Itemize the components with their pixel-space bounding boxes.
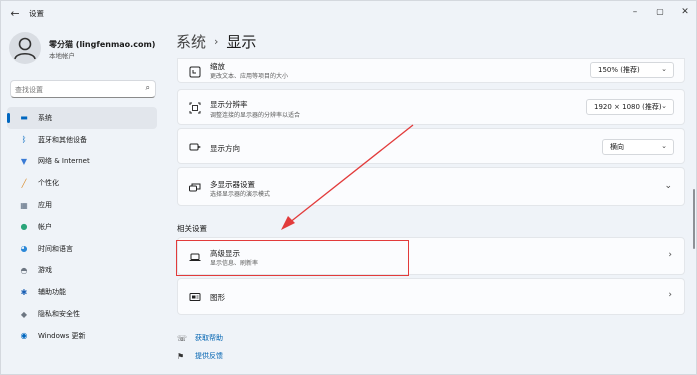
settings-window: ← 设置 – ▢ ✕ 零分猫 (lingfenmao.com) 本地帐户 ⌕ ▬… xyxy=(0,0,697,375)
chevron-down-icon: ⌄ xyxy=(661,102,667,110)
gamepad-icon: ◓ xyxy=(20,265,28,275)
sidebar-item-label: 辅助功能 xyxy=(38,288,66,297)
scale-subtitle: 更改文本、应用等项目的大小 xyxy=(210,73,289,80)
back-arrow-icon[interactable]: ← xyxy=(8,7,22,21)
sidebar-item-label: Windows 更新 xyxy=(38,331,86,340)
chevron-down-icon: ⌄ xyxy=(661,142,667,150)
resolution-subtitle: 调整连接的显示器的分辨率以适合 xyxy=(210,112,301,119)
apps-icon: ▦ xyxy=(20,200,28,210)
resolution-title: 显示分辨率 xyxy=(210,100,248,109)
sidebar-item[interactable]: ▼ 网络 & Internet xyxy=(7,151,157,173)
orientation-icon xyxy=(188,140,202,154)
orientation-value: 横向 xyxy=(610,143,624,151)
scrollbar[interactable] xyxy=(693,189,695,249)
multi-display-subtitle: 选择显示器的演示模式 xyxy=(210,191,271,198)
sidebar-item[interactable]: ✱ 辅助功能 xyxy=(7,281,157,303)
maximize-icon[interactable]: ▢ xyxy=(649,5,671,19)
feedback-icon: ⚑ xyxy=(177,351,185,361)
breadcrumb-separator: › xyxy=(214,35,219,48)
sidebar-item[interactable]: ▦ 应用 xyxy=(7,194,157,216)
scale-value: 150% (推荐) xyxy=(598,66,640,74)
advanced-display-card[interactable]: 高级显示 显示信息、刷新率 › xyxy=(177,237,685,275)
chevron-down-icon: ⌄ xyxy=(661,65,667,73)
graphics-card[interactable]: 图形 › xyxy=(177,278,685,315)
breadcrumb-parent[interactable]: 系统 xyxy=(176,31,206,52)
chevron-right-icon: › xyxy=(668,290,672,300)
shield-icon: ◆ xyxy=(20,309,28,319)
sidebar-item[interactable]: ◆ 隐私和安全性 xyxy=(7,303,157,325)
multi-display-card[interactable]: 多显示器设置 选择显示器的演示模式 ⌄ xyxy=(177,167,685,206)
sidebar-item[interactable]: ᛒ 蓝牙和其他设备 xyxy=(7,129,157,151)
orientation-title: 显示方向 xyxy=(210,144,240,153)
globe-icon: ◕ xyxy=(20,244,28,254)
sidebar-item-label: 应用 xyxy=(38,201,52,210)
search-input[interactable] xyxy=(15,83,135,96)
sidebar-item[interactable]: ◕ 时间和语言 xyxy=(7,238,157,260)
breadcrumb: 系统 › 显示 xyxy=(176,31,256,52)
advanced-display-subtitle: 显示信息、刷新率 xyxy=(210,260,259,267)
sidebar-nav: ▬ 系统 ᛒ 蓝牙和其他设备 ▼ 网络 & Internet ╱ 个性化 ▦ 应用 ● 帐户 ◕ 时间和语… xyxy=(7,107,157,347)
orientation-dropdown[interactable]: 横向 ⌄ xyxy=(602,139,674,155)
chevron-right-icon: › xyxy=(668,250,672,260)
sidebar-item-label: 隐私和安全性 xyxy=(38,310,80,319)
person-icon: ● xyxy=(20,222,28,232)
sidebar-item[interactable]: ▬ 系统 xyxy=(7,107,157,129)
avatar[interactable] xyxy=(9,32,41,64)
multi-display-icon xyxy=(188,181,202,195)
sidebar-item[interactable]: ╱ 个性化 xyxy=(7,172,157,194)
close-icon[interactable]: ✕ xyxy=(674,5,696,19)
profile-account-type: 本地帐户 xyxy=(49,52,75,60)
monitor-icon: ▬ xyxy=(20,113,28,123)
search-box[interactable]: ⌕ xyxy=(10,80,156,98)
sidebar-item-label: 蓝牙和其他设备 xyxy=(38,135,87,144)
app-title: 设置 xyxy=(29,9,44,18)
laptop-icon xyxy=(188,250,202,264)
user-icon xyxy=(14,37,36,60)
minimize-icon[interactable]: – xyxy=(624,5,646,19)
profile-name: 零分猫 (lingfenmao.com) xyxy=(49,40,156,49)
graphics-title: 图形 xyxy=(210,293,225,302)
orientation-card: 显示方向 横向 ⌄ xyxy=(177,128,685,164)
get-help-label: 获取帮助 xyxy=(195,334,223,342)
sidebar-item[interactable]: ◉ Windows 更新 xyxy=(7,325,157,347)
sidebar-item[interactable]: ● 帐户 xyxy=(7,216,157,238)
resolution-dropdown[interactable]: 1920 × 1080 (推荐) ⌄ xyxy=(586,99,674,115)
scale-card: 缩放 更改文本、应用等项目的大小 150% (推荐) ⌄ xyxy=(177,58,685,83)
sidebar-item-label: 游戏 xyxy=(38,266,52,275)
give-feedback-link[interactable]: ⚑ 提供反馈 xyxy=(177,351,223,361)
scale-dropdown[interactable]: 150% (推荐) ⌄ xyxy=(590,62,674,78)
sidebar-item-label: 帐户 xyxy=(38,222,52,231)
sidebar-item[interactable]: ◓ 游戏 xyxy=(7,260,157,282)
resolution-value: 1920 × 1080 (推荐) xyxy=(594,103,662,111)
help-icon: ☏ xyxy=(177,333,188,343)
sidebar-item-label: 个性化 xyxy=(38,179,59,188)
resolution-card: 显示分辨率 调整连接的显示器的分辨率以适合 1920 × 1080 (推荐) ⌄ xyxy=(177,89,685,125)
give-feedback-label: 提供反馈 xyxy=(195,352,223,360)
related-settings-heading: 相关设置 xyxy=(177,224,207,233)
chevron-down-icon[interactable]: ⌄ xyxy=(664,181,672,191)
brush-icon: ╱ xyxy=(21,178,27,188)
sidebar-item-label: 系统 xyxy=(38,113,52,122)
sidebar-item-label: 时间和语言 xyxy=(38,244,73,253)
wifi-icon: ▼ xyxy=(20,156,28,166)
scale-icon xyxy=(188,65,202,79)
resolution-icon xyxy=(188,101,202,115)
sidebar-item-label: 网络 & Internet xyxy=(38,157,90,166)
search-icon[interactable]: ⌕ xyxy=(146,83,150,93)
accessibility-icon: ✱ xyxy=(20,287,28,297)
update-icon: ◉ xyxy=(20,331,28,341)
graphics-icon xyxy=(188,290,202,304)
page-title: 显示 xyxy=(226,33,257,51)
title-bar: ← 设置 – ▢ ✕ xyxy=(1,1,697,27)
bluetooth-icon: ᛒ xyxy=(21,135,27,145)
get-help-link[interactable]: ☏ 获取帮助 xyxy=(177,333,223,343)
